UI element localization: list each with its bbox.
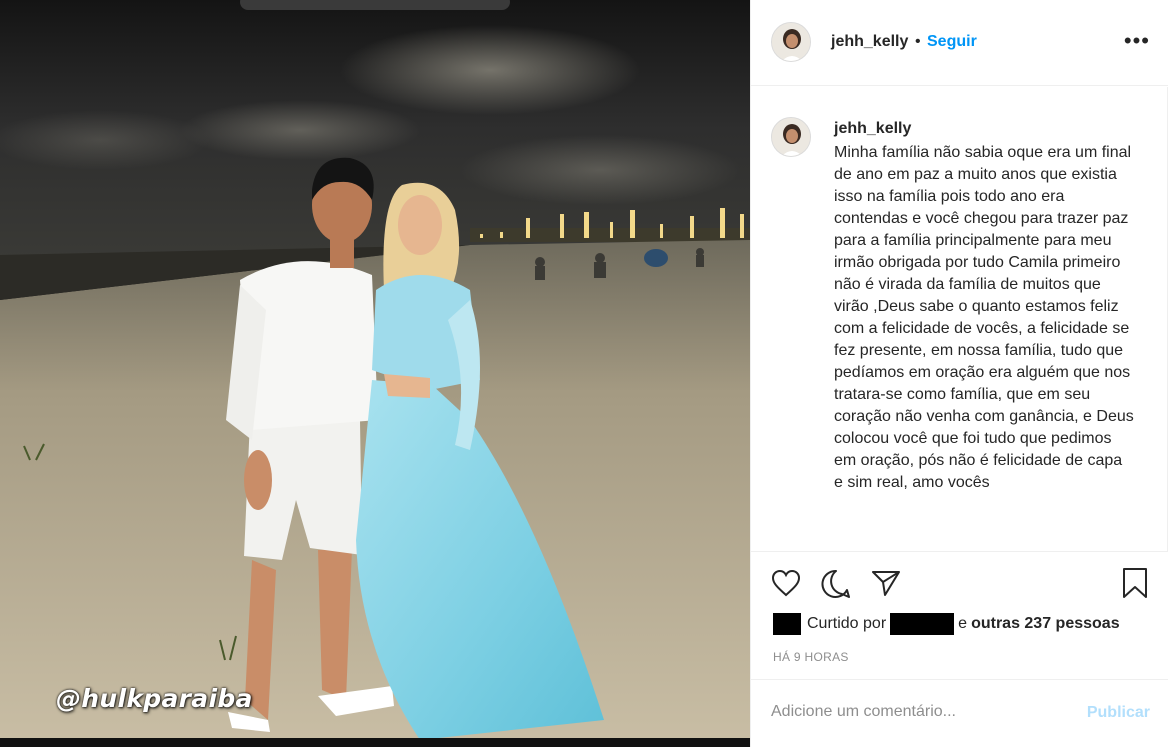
comment-box: Adicione um comentário... Publicar — [751, 679, 1168, 747]
more-options-icon[interactable]: ••• — [1124, 28, 1150, 54]
likes-prefix: Curtido por — [807, 615, 887, 632]
comment-input[interactable]: Adicione um comentário... — [771, 703, 956, 721]
post-side-panel: jehh_kelly • Seguir ••• jehh_kelly Minha… — [750, 0, 1168, 747]
share-icon[interactable] — [871, 569, 901, 597]
avatar[interactable] — [771, 22, 811, 62]
caption-area: jehh_kelly Minha família não sabia oque … — [751, 87, 1168, 552]
photo-mention-tag[interactable]: @hulkparaiba — [56, 684, 253, 713]
bookmark-icon[interactable] — [1121, 567, 1149, 599]
heart-icon[interactable] — [771, 569, 801, 597]
instagram-post: @hulkparaiba jehh_kelly • Seguir ••• jeh… — [0, 0, 1168, 747]
avatar-image — [772, 118, 810, 156]
likes-connector: e — [958, 615, 968, 632]
likes-others-link[interactable]: outras 237 pessoas — [971, 615, 1120, 633]
likes-summary: Curtido por e outras 237 pessoas — [773, 612, 1120, 636]
photo-bottom-bar — [0, 738, 750, 747]
follow-button[interactable]: Seguir — [927, 33, 977, 51]
avatar[interactable] — [771, 117, 811, 157]
header-username[interactable]: jehh_kelly — [831, 33, 908, 51]
caption-text: Minha família não sabia oque era um fina… — [834, 144, 1134, 491]
post-photo[interactable]: @hulkparaiba — [0, 0, 750, 747]
publish-button[interactable]: Publicar — [1087, 704, 1150, 722]
post-header: jehh_kelly • Seguir ••• — [751, 0, 1168, 86]
story-pill-overlay — [240, 0, 510, 10]
liker-avatar-redacted — [773, 613, 801, 635]
comment-icon[interactable] — [821, 569, 851, 599]
caption-username[interactable]: jehh_kelly — [834, 120, 911, 138]
separator-dot: • — [915, 33, 921, 50]
post-timestamp[interactable]: HÁ 9 HORAS — [773, 650, 849, 664]
photo-scene — [0, 0, 750, 747]
avatar-image — [772, 23, 810, 61]
action-bar — [751, 553, 1168, 613]
liker-name-redacted[interactable] — [890, 613, 955, 635]
